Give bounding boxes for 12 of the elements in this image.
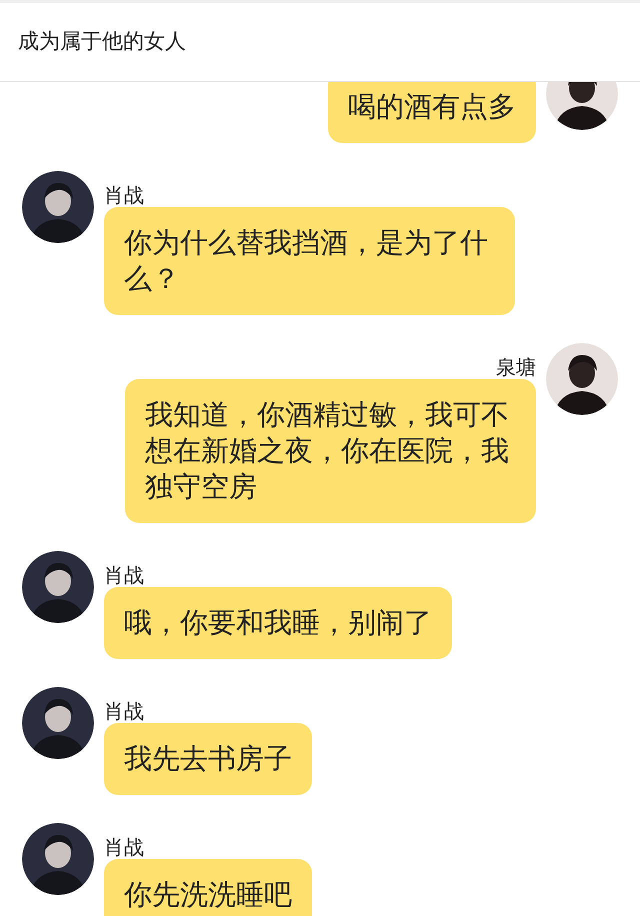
- message-bubble: 你先洗洗睡吧: [104, 859, 312, 916]
- message-bubble: 你为什么替我挡酒，是为了什么？: [104, 207, 515, 315]
- sender-name: 肖战: [104, 183, 145, 207]
- sender-name: 泉塘: [496, 355, 536, 379]
- message-bubble: 哦，你要和我睡，别闹了: [104, 587, 452, 659]
- chat-title: 成为属于他的女人: [17, 28, 186, 56]
- sender-name: 肖战: [104, 563, 145, 587]
- sender-name: 肖战: [104, 699, 145, 723]
- message-bubble: 我知道，你酒精过敏，我可不想在新婚之夜，你在医院，我独守空房: [125, 379, 536, 523]
- sender-name: 肖战: [104, 835, 145, 859]
- message-bubble: 我先去书房子: [104, 723, 312, 795]
- message-bubble: 喝的酒有点多: [328, 82, 536, 143]
